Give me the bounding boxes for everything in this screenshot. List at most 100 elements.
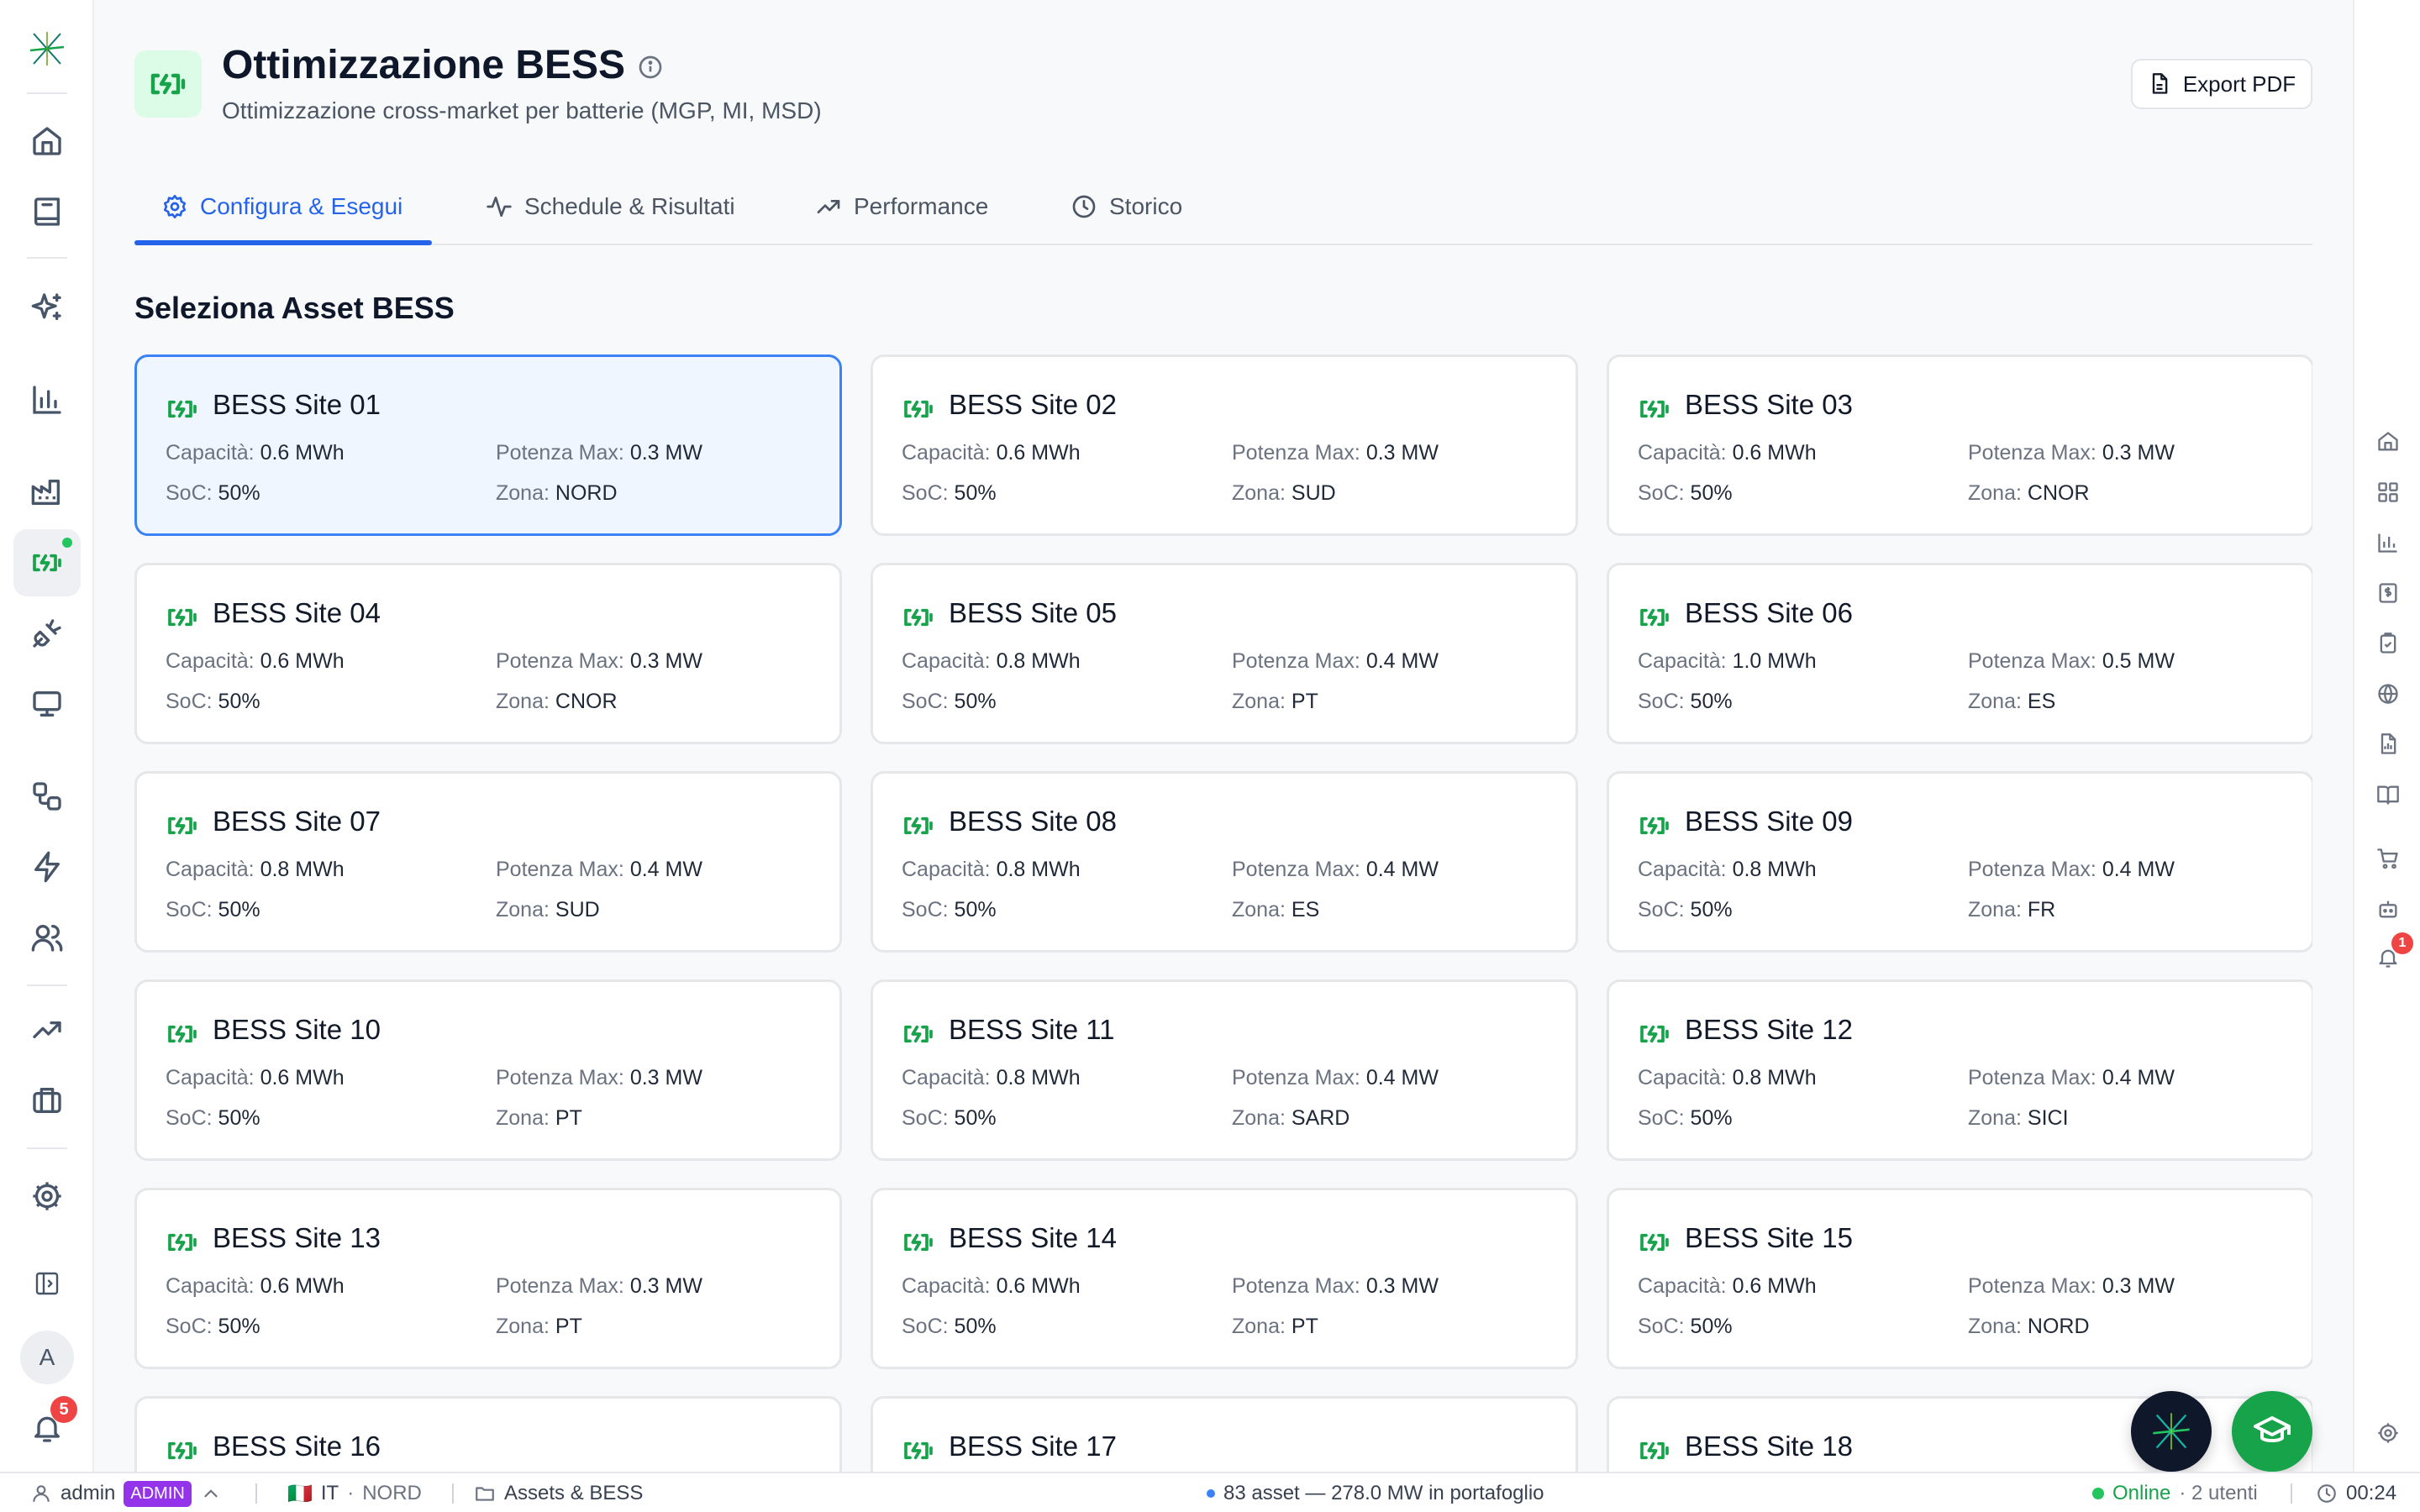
nav-monitor[interactable] (13, 670, 81, 738)
asset-card[interactable]: BESS Site 15 Capacità: 0.6 MWh Potenza M… (1607, 1188, 2312, 1369)
right-nav-tasks[interactable] (2370, 625, 2407, 662)
status-user[interactable]: admin ADMIN (30, 1473, 222, 1512)
tab-schedule-risultati[interactable]: Schedule & Risultati (486, 168, 735, 245)
field-label: Potenza Max: (496, 649, 624, 673)
field-label: SoC: (166, 1315, 213, 1338)
field-label: Potenza Max: (496, 1274, 624, 1298)
asset-card[interactable]: BESS Site 13 Capacità: 0.6 MWh Potenza M… (134, 1188, 842, 1369)
right-nav-home[interactable] (2370, 423, 2407, 460)
asset-zone: Zona: PT (496, 1106, 582, 1131)
asset-card[interactable]: BESS Site 11 Capacità: 0.8 MWh Potenza M… (871, 979, 1578, 1161)
asset-card[interactable]: BESS Site 04 Capacità: 0.6 MWh Potenza M… (134, 563, 842, 744)
field-value: 0.6 MWh (1732, 1274, 1817, 1298)
field-label: Capacità: (902, 649, 991, 673)
nav-users[interactable] (13, 904, 81, 971)
right-nav-notifications[interactable]: 1 (2370, 932, 2413, 976)
user-avatar[interactable]: A (20, 1331, 74, 1384)
field-value: 0.3 MW (2102, 441, 2175, 465)
status-separator (452, 1483, 454, 1504)
field-value: 0.6 MWh (260, 1066, 345, 1089)
tab-performance[interactable]: Performance (815, 168, 988, 245)
asset-card[interactable]: BESS Site 01 Capacità: 0.6 MWh Potenza M… (134, 354, 842, 536)
app-logo-icon[interactable] (24, 25, 71, 72)
asset-card[interactable]: BESS Site 03 Capacità: 0.6 MWh Potenza M… (1607, 354, 2312, 536)
right-nav-markets[interactable] (2370, 675, 2407, 712)
asset-card[interactable]: BESS Site 08 Capacità: 0.8 MWh Potenza M… (871, 771, 1578, 953)
asset-name: BESS Site 07 (213, 806, 381, 837)
field-value: ES (2027, 690, 2056, 713)
status-portfolio: 83 asset — 278.0 MW in portafoglio (1207, 1473, 1544, 1512)
left-notifications[interactable]: 5 (13, 1394, 81, 1462)
nav-settings[interactable] (13, 1163, 81, 1230)
grid-icon (2378, 482, 2398, 502)
field-label: Potenza Max: (1232, 1066, 1360, 1089)
nav-bess[interactable] (13, 529, 81, 596)
tab-configura-esegui[interactable]: Configura & Esegui (161, 168, 402, 245)
right-nav-docs[interactable] (2370, 776, 2407, 813)
asset-power: Potenza Max: 0.4 MW (1232, 1066, 1439, 1090)
status-section-label: Assets & BESS (504, 1482, 644, 1504)
field-label: Zona: (496, 1106, 550, 1130)
asset-card[interactable]: BESS Site 14 Capacità: 0.6 MWh Potenza M… (871, 1188, 1578, 1369)
right-nav-reports[interactable] (2370, 726, 2407, 763)
field-label: Zona: (1968, 1106, 2022, 1130)
right-nav-settings[interactable] (2370, 1415, 2407, 1452)
right-nav-finance[interactable] (2370, 575, 2407, 612)
asset-card[interactable]: BESS Site 09 Capacità: 0.8 MWh Potenza M… (1607, 771, 2312, 953)
learning-button[interactable] (2232, 1391, 2312, 1472)
battery-charging-icon (904, 608, 933, 627)
field-label: Zona: (1232, 1106, 1286, 1130)
asset-card[interactable]: BESS Site 05 Capacità: 0.8 MWh Potenza M… (871, 563, 1578, 744)
nav-energy[interactable] (13, 833, 81, 900)
field-label: Zona: (1232, 690, 1286, 713)
nav-workflow[interactable] (13, 763, 81, 830)
right-nav-cart[interactable] (2370, 840, 2407, 877)
field-label: SoC: (1638, 898, 1685, 921)
sidebar-divider (27, 257, 67, 259)
right-nav-bot[interactable] (2370, 890, 2407, 927)
field-label: SoC: (166, 690, 213, 713)
notification-count: 1 (2391, 932, 2413, 954)
asset-name: BESS Site 12 (1685, 1014, 1853, 1045)
asset-power: Potenza Max: 0.3 MW (1968, 441, 2175, 465)
nav-charging[interactable] (13, 600, 81, 667)
sidebar-toggle[interactable] (13, 1250, 81, 1317)
nav-portfolio[interactable] (13, 1067, 81, 1134)
field-value: 50% (954, 1106, 997, 1130)
field-value: 0.8 MWh (996, 649, 1081, 673)
battery-charging-icon (1640, 816, 1669, 835)
asset-card[interactable]: BESS Site 16 (134, 1396, 842, 1472)
field-value: 50% (218, 690, 260, 713)
right-nav-charts[interactable] (2370, 524, 2407, 561)
nav-plants[interactable] (13, 459, 81, 526)
info-icon[interactable] (637, 54, 664, 81)
asset-card[interactable]: BESS Site 10 Capacità: 0.6 MWh Potenza M… (134, 979, 842, 1161)
battery-charging-icon (904, 1441, 933, 1460)
field-label: Zona: (1968, 690, 2022, 713)
right-nav-dashboard[interactable] (2370, 474, 2407, 511)
status-region[interactable]: 🇮🇹 IT · NORD (287, 1473, 422, 1512)
asset-card[interactable]: BESS Site 06 Capacità: 1.0 MWh Potenza M… (1607, 563, 2312, 744)
asset-card[interactable]: BESS Site 02 Capacità: 0.6 MWh Potenza M… (871, 354, 1578, 536)
nav-book[interactable] (13, 178, 81, 245)
status-zone: NORD (362, 1482, 422, 1504)
field-label: Potenza Max: (496, 441, 624, 465)
asset-card[interactable]: BESS Site 17 (871, 1396, 1578, 1472)
export-pdf-button[interactable]: Export PDF (2131, 59, 2312, 109)
field-value: 50% (954, 1315, 997, 1338)
nav-ai[interactable] (13, 274, 81, 341)
nav-trends[interactable] (13, 996, 81, 1063)
battery-charging-icon (1640, 1233, 1669, 1252)
field-value: CNOR (555, 690, 618, 713)
field-label: SoC: (1638, 481, 1685, 505)
asset-name: BESS Site 03 (1685, 389, 1853, 420)
field-label: Capacità: (1638, 441, 1727, 465)
asset-card[interactable]: BESS Site 12 Capacità: 0.8 MWh Potenza M… (1607, 979, 2312, 1161)
status-section[interactable]: Assets & BESS (474, 1473, 643, 1512)
nav-analytics[interactable] (13, 366, 81, 433)
ai-assistant-button[interactable] (2131, 1391, 2212, 1472)
status-clock: 00:24 (2316, 1473, 2396, 1512)
asset-card[interactable]: BESS Site 07 Capacità: 0.8 MWh Potenza M… (134, 771, 842, 953)
tab-storico[interactable]: Storico (1071, 168, 1182, 245)
nav-home[interactable] (13, 108, 81, 175)
